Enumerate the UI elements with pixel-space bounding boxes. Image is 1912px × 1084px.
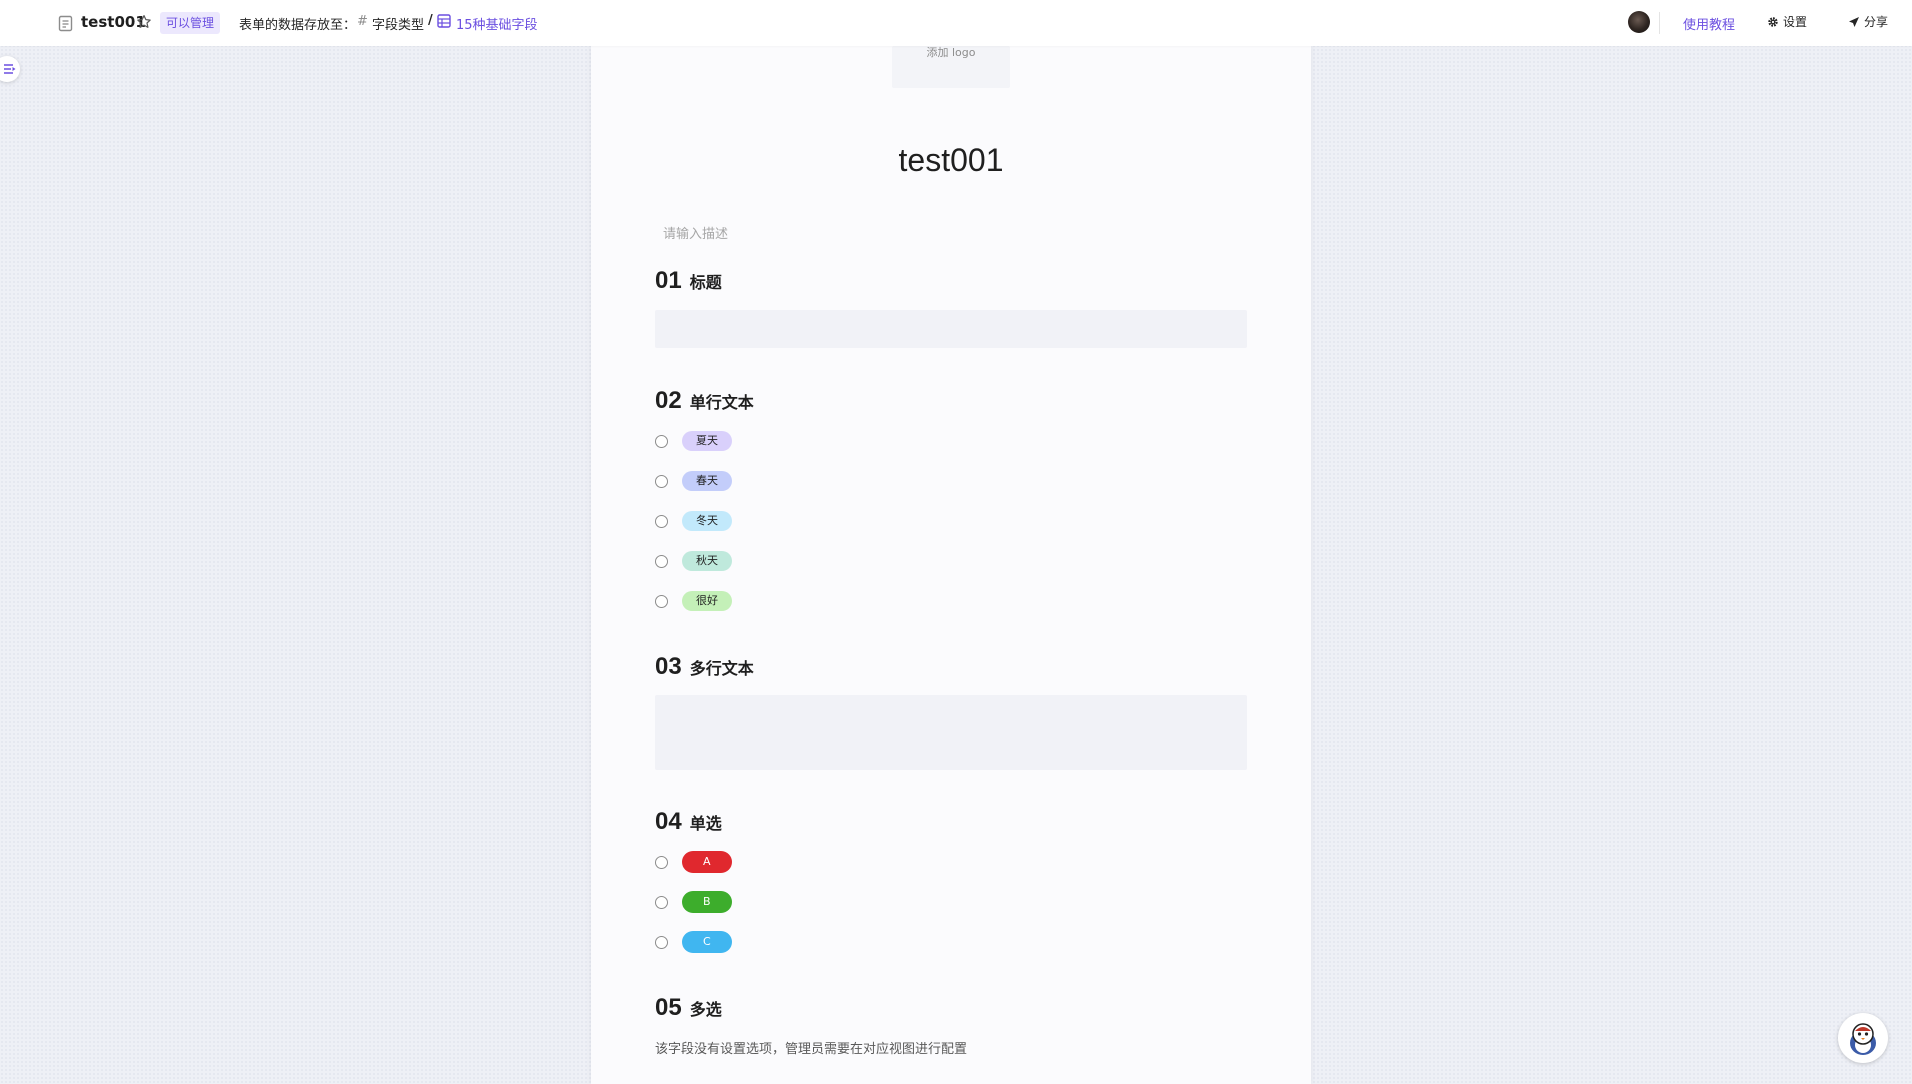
help-assistant-button[interactable] <box>1838 1013 1888 1063</box>
option-item[interactable]: B <box>655 890 732 914</box>
option-item[interactable]: A <box>655 850 732 874</box>
breadcrumb-separator: / <box>428 13 433 28</box>
question-number: 04 <box>655 808 682 835</box>
share-button[interactable]: 分享 <box>1848 13 1888 30</box>
option-tag: 很好 <box>682 591 732 611</box>
storage-label: 表单的数据存放至： <box>239 18 357 33</box>
permission-badge: 可以管理 <box>160 12 221 34</box>
option-item[interactable]: 夏天 <box>655 429 732 453</box>
question-label: 多行文本 <box>689 659 754 678</box>
option-tag: 冬天 <box>682 511 732 531</box>
question-number: 02 <box>655 387 682 414</box>
option-tag: 春天 <box>682 471 732 491</box>
star-icon[interactable] <box>136 14 152 30</box>
question-label: 单选 <box>689 814 722 833</box>
share-label: 分享 <box>1864 15 1889 29</box>
option-tag: 秋天 <box>682 551 732 571</box>
mascot-icon <box>1850 1023 1876 1055</box>
radio-button[interactable] <box>655 855 668 869</box>
question-number: 03 <box>655 653 682 680</box>
radio-button[interactable] <box>655 554 668 568</box>
option-item[interactable]: 秋天 <box>655 549 732 573</box>
radio-button[interactable] <box>655 594 668 608</box>
radio-button[interactable] <box>655 514 668 528</box>
form-card: 添加 logo test001 请输入描述 01 标题 02 单行文本 夏天 春… <box>591 46 1311 1084</box>
question-title: 01 标题 <box>655 267 722 295</box>
logo-upload[interactable]: 添加 logo <box>892 46 1010 88</box>
avatar[interactable] <box>1628 11 1650 33</box>
sheet-icon <box>437 14 451 28</box>
folder-link[interactable]: 字段类型 <box>372 14 424 33</box>
option-tag: C <box>682 931 732 953</box>
settings-label: 设置 <box>1783 15 1808 29</box>
option-tag: 夏天 <box>682 431 732 451</box>
logo-placeholder: 添加 logo <box>926 46 976 59</box>
gear-icon <box>1768 16 1778 27</box>
top-bar: test001 可以管理 表单的数据存放至： # 字段类型 / 15种基础字段 … <box>0 0 1912 46</box>
radio-button[interactable] <box>655 474 668 488</box>
multiline-input[interactable] <box>655 695 1247 770</box>
question-title: 04 单选 <box>655 808 722 836</box>
option-item[interactable]: 春天 <box>655 469 732 493</box>
no-options-hint: 该字段没有设置选项，管理员需要在对应视图进行配置 <box>655 1042 968 1057</box>
description-input[interactable]: 请输入描述 <box>663 223 728 242</box>
question-label: 单行文本 <box>689 393 754 412</box>
radio-button[interactable] <box>655 434 668 448</box>
form-icon <box>58 15 73 32</box>
title-input[interactable] <box>655 310 1247 348</box>
option-item[interactable]: 冬天 <box>655 509 732 533</box>
question-number: 01 <box>655 267 682 294</box>
question-number: 05 <box>655 994 682 1021</box>
option-item[interactable]: 很好 <box>655 589 732 613</box>
radio-button[interactable] <box>655 935 668 949</box>
settings-button[interactable]: 设置 <box>1767 13 1807 30</box>
divider <box>1659 12 1660 34</box>
option-tag: B <box>682 891 732 913</box>
question-title: 05 多选 <box>655 994 722 1022</box>
sidebar-toggle-button[interactable] <box>0 56 20 82</box>
option-tag: A <box>682 851 732 873</box>
radio-button[interactable] <box>655 895 668 909</box>
sheet-link[interactable]: 15种基础字段 <box>456 14 538 33</box>
hash-icon: # <box>357 14 368 29</box>
question-title: 03 多行文本 <box>655 653 754 681</box>
question-label: 多选 <box>689 1000 722 1019</box>
sidebar-menu-icon <box>4 64 16 74</box>
tutorial-link[interactable]: 使用教程 <box>1683 14 1735 33</box>
send-icon <box>1849 16 1859 27</box>
question-label: 标题 <box>689 273 722 292</box>
form-title: test001 <box>898 142 1004 178</box>
question-title: 02 单行文本 <box>655 387 754 415</box>
option-item[interactable]: C <box>655 930 732 954</box>
